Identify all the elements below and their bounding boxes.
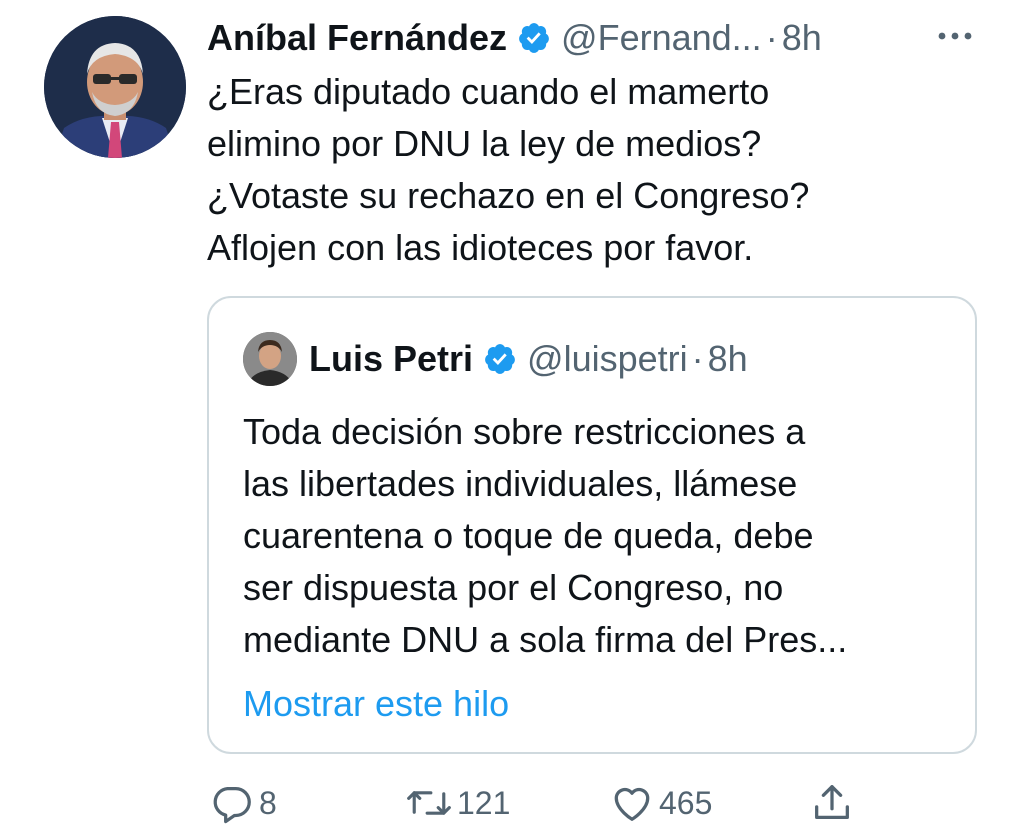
- quoted-text-line: Toda decisión sobre restricciones a: [243, 411, 806, 452]
- author-avatar[interactable]: [44, 16, 186, 158]
- tweet-header: Aníbal Fernández @Fernand... · 8h: [207, 14, 822, 62]
- quoted-author-avatar-image: [243, 332, 297, 386]
- share-button[interactable]: [809, 778, 855, 828]
- tweet[interactable]: Aníbal Fernández @Fernand... · 8h ¿Eras …: [0, 0, 1024, 838]
- show-thread-link[interactable]: Mostrar este hilo: [243, 683, 509, 725]
- quoted-text-line: ser dispuesta por el Congreso, no: [243, 567, 784, 608]
- author-avatar-image: [44, 16, 186, 158]
- tweet-text: ¿Eras diputado cuando el mamerto elimino…: [207, 66, 987, 274]
- tweet-text-line: elimino por DNU la ley de medios?: [207, 123, 762, 164]
- quoted-text-line: las libertades individuales, llámese: [243, 463, 798, 504]
- share-icon: [809, 780, 855, 826]
- quoted-tweet-timestamp[interactable]: 8h: [708, 338, 748, 380]
- quoted-tweet-text: Toda decisión sobre restricciones a las …: [243, 406, 963, 666]
- verified-badge-icon: [517, 21, 551, 55]
- tweet-text-line: Aflojen con las idioteces por favor.: [207, 227, 754, 268]
- quoted-author-handle[interactable]: @luispetri: [527, 338, 688, 380]
- quoted-tweet-header: Luis Petri @luispetri · 8h: [309, 334, 748, 384]
- verified-badge-icon: [483, 342, 517, 376]
- tweet-actions: 8 121 465: [207, 778, 987, 828]
- time-separator: ·: [691, 338, 704, 379]
- reply-icon: [209, 780, 255, 826]
- heart-icon: [609, 780, 655, 826]
- author-display-name[interactable]: Aníbal Fernández: [207, 17, 507, 59]
- like-button[interactable]: 465: [609, 778, 712, 828]
- quoted-text-line: cuarentena o toque de queda, debe: [243, 515, 814, 556]
- author-handle[interactable]: @Fernand...: [561, 17, 762, 59]
- quoted-text-line: mediante DNU a sola firma del Pres...: [243, 619, 848, 660]
- quoted-author-avatar[interactable]: [243, 332, 297, 386]
- time-separator: ·: [765, 17, 778, 58]
- reply-button[interactable]: 8: [209, 778, 277, 828]
- tweet-text-line: ¿Eras diputado cuando el mamerto: [207, 71, 770, 112]
- quoted-author-display-name[interactable]: Luis Petri: [309, 338, 473, 380]
- like-count: 465: [659, 784, 713, 821]
- retweet-count: 121: [457, 784, 511, 821]
- tweet-text-line: ¿Votaste su rechazo en el Congreso?: [207, 175, 810, 216]
- retweet-button[interactable]: 121: [405, 778, 510, 828]
- retweet-icon: [405, 780, 453, 826]
- more-options-icon[interactable]: [934, 22, 976, 50]
- quoted-tweet-card[interactable]: Luis Petri @luispetri · 8h Toda decisión…: [207, 296, 977, 754]
- reply-count: 8: [259, 784, 277, 821]
- tweet-timestamp[interactable]: 8h: [782, 17, 822, 59]
